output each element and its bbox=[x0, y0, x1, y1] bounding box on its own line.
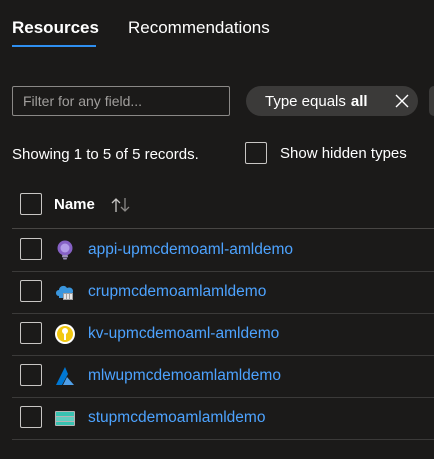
table-row: kv-upmcdemoaml-amldemo bbox=[0, 314, 434, 355]
select-all-checkbox[interactable] bbox=[20, 193, 42, 215]
row-checkbox[interactable] bbox=[20, 280, 42, 302]
records-summary: Showing 1 to 5 of 5 records. bbox=[12, 146, 199, 163]
header-divider bbox=[12, 228, 434, 229]
tab-bar: Resources Recommendations bbox=[0, 0, 434, 60]
type-filter-pill[interactable]: Type equals all bbox=[246, 86, 418, 116]
key-vault-icon bbox=[55, 324, 75, 344]
filter-input[interactable] bbox=[12, 86, 230, 116]
resource-link[interactable]: appi-upmcdemoaml-amldemo bbox=[88, 241, 293, 259]
type-filter-value: all bbox=[350, 92, 368, 110]
resource-link[interactable]: stupmcdemoamlamldemo bbox=[88, 409, 265, 427]
type-filter-prefix: Type equals bbox=[265, 92, 346, 110]
table-row: mlwupmcdemoamlamldemo bbox=[0, 356, 434, 397]
close-icon[interactable] bbox=[394, 93, 410, 109]
show-hidden-types-checkbox[interactable] bbox=[245, 142, 267, 164]
row-divider bbox=[12, 439, 434, 440]
row-checkbox[interactable] bbox=[20, 406, 42, 428]
storage-account-icon bbox=[55, 411, 75, 426]
show-hidden-types-toggle[interactable]: Show hidden types bbox=[245, 141, 407, 165]
resource-link[interactable]: kv-upmcdemoaml-amldemo bbox=[88, 325, 279, 343]
row-checkbox[interactable] bbox=[20, 364, 42, 386]
table-row: stupmcdemoamlamldemo bbox=[0, 398, 434, 439]
column-header-name[interactable]: Name bbox=[54, 196, 95, 213]
table-row: crupmcdemoamlamldemo bbox=[0, 272, 434, 313]
sort-icon[interactable] bbox=[110, 196, 134, 214]
add-filter-pill[interactable] bbox=[429, 86, 434, 116]
machine-learning-icon bbox=[56, 367, 74, 385]
show-hidden-types-label: Show hidden types bbox=[280, 144, 407, 162]
resource-link[interactable]: mlwupmcdemoamlamldemo bbox=[88, 367, 281, 385]
table-header: Name bbox=[0, 186, 434, 228]
active-tab-indicator bbox=[12, 45, 96, 47]
row-checkbox[interactable] bbox=[20, 238, 42, 260]
app-insights-icon bbox=[57, 240, 73, 260]
resource-link[interactable]: crupmcdemoamlamldemo bbox=[88, 283, 266, 301]
tab-resources[interactable]: Resources bbox=[12, 17, 99, 39]
container-registry-icon bbox=[56, 285, 74, 300]
table-row: appi-upmcdemoaml-amldemo bbox=[0, 230, 434, 271]
tab-recommendations[interactable]: Recommendations bbox=[128, 17, 270, 39]
row-checkbox[interactable] bbox=[20, 322, 42, 344]
